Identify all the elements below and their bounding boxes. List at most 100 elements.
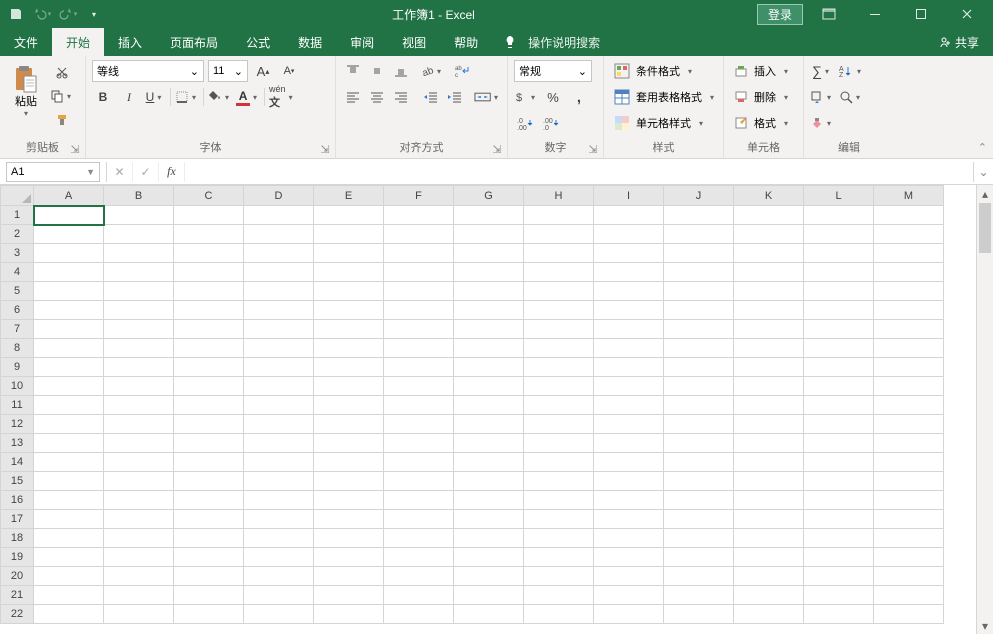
cell[interactable] (174, 244, 244, 263)
cell[interactable] (384, 529, 454, 548)
cell[interactable] (104, 339, 174, 358)
row-header[interactable]: 15 (1, 472, 34, 491)
cell[interactable] (384, 510, 454, 529)
cell[interactable] (734, 491, 804, 510)
cell[interactable] (104, 225, 174, 244)
cell[interactable] (664, 225, 734, 244)
cell[interactable] (174, 282, 244, 301)
cell[interactable] (314, 263, 384, 282)
cell[interactable] (734, 377, 804, 396)
cell[interactable] (594, 396, 664, 415)
cell[interactable] (104, 510, 174, 529)
cell[interactable] (174, 548, 244, 567)
cell[interactable] (734, 415, 804, 434)
cell[interactable] (664, 263, 734, 282)
cell[interactable] (734, 472, 804, 491)
cell[interactable] (174, 434, 244, 453)
cell[interactable] (664, 320, 734, 339)
cell[interactable] (524, 586, 594, 605)
cell[interactable] (804, 434, 874, 453)
cell[interactable] (594, 548, 664, 567)
cell[interactable] (314, 415, 384, 434)
cell[interactable] (664, 396, 734, 415)
cell[interactable] (594, 320, 664, 339)
cell[interactable] (524, 434, 594, 453)
cell[interactable] (174, 491, 244, 510)
cell[interactable] (384, 548, 454, 567)
sort-filter-icon[interactable]: AZ▾ (838, 60, 864, 82)
cell[interactable] (594, 586, 664, 605)
cell[interactable] (244, 282, 314, 301)
cell[interactable] (314, 282, 384, 301)
cell[interactable] (34, 244, 104, 263)
cell[interactable] (174, 339, 244, 358)
row-header[interactable]: 12 (1, 415, 34, 434)
cell[interactable] (454, 263, 524, 282)
cell[interactable] (874, 529, 944, 548)
cell[interactable] (34, 282, 104, 301)
cell[interactable] (174, 510, 244, 529)
cell[interactable] (454, 358, 524, 377)
cell[interactable] (734, 339, 804, 358)
cell[interactable] (874, 282, 944, 301)
cell[interactable] (454, 472, 524, 491)
cell[interactable] (734, 605, 804, 624)
cell[interactable] (104, 263, 174, 282)
increase-indent-icon[interactable] (444, 86, 466, 108)
row-header[interactable]: 1 (1, 206, 34, 225)
cell[interactable] (804, 339, 874, 358)
cell[interactable] (664, 434, 734, 453)
decrease-decimal-icon[interactable]: .00.0 (540, 112, 562, 134)
increase-decimal-icon[interactable]: .0.00 (514, 112, 536, 134)
cell[interactable] (454, 320, 524, 339)
cell[interactable] (244, 396, 314, 415)
cell[interactable] (384, 225, 454, 244)
cell[interactable] (104, 472, 174, 491)
cell[interactable] (104, 282, 174, 301)
cell[interactable] (524, 339, 594, 358)
cell[interactable] (734, 453, 804, 472)
cell[interactable] (804, 396, 874, 415)
cell[interactable] (384, 605, 454, 624)
cell[interactable] (384, 567, 454, 586)
cell[interactable] (244, 472, 314, 491)
row-header[interactable]: 21 (1, 586, 34, 605)
decrease-font-icon[interactable]: A▾ (278, 60, 300, 82)
cell[interactable] (874, 225, 944, 244)
cell[interactable] (34, 320, 104, 339)
cell[interactable] (664, 206, 734, 225)
cell[interactable] (594, 358, 664, 377)
cell[interactable] (594, 567, 664, 586)
minimize-icon[interactable] (855, 0, 895, 28)
cell[interactable] (34, 301, 104, 320)
cut-icon[interactable] (50, 62, 74, 82)
cell[interactable] (594, 453, 664, 472)
italic-button[interactable]: I (118, 86, 140, 108)
row-header[interactable]: 4 (1, 263, 34, 282)
cell[interactable] (524, 453, 594, 472)
cell[interactable] (314, 567, 384, 586)
close-icon[interactable] (947, 0, 987, 28)
cell[interactable] (664, 453, 734, 472)
cell[interactable] (664, 358, 734, 377)
cell[interactable] (594, 301, 664, 320)
phonetic-button[interactable]: wén文▾ (269, 86, 296, 108)
cell[interactable] (244, 548, 314, 567)
paste-button[interactable]: 粘贴 ▾ (6, 60, 46, 140)
cell[interactable] (734, 548, 804, 567)
cell[interactable] (524, 282, 594, 301)
cell[interactable] (734, 206, 804, 225)
row-header[interactable]: 3 (1, 244, 34, 263)
column-header[interactable]: E (314, 186, 384, 206)
cell[interactable] (244, 529, 314, 548)
delete-cells-button[interactable]: 删除▾ (730, 86, 792, 108)
cell[interactable] (664, 301, 734, 320)
cell[interactable] (664, 567, 734, 586)
cell[interactable] (664, 244, 734, 263)
cell[interactable] (594, 605, 664, 624)
cell[interactable] (874, 396, 944, 415)
cell[interactable] (664, 529, 734, 548)
cell[interactable] (384, 339, 454, 358)
cell[interactable] (104, 377, 174, 396)
cell[interactable] (874, 434, 944, 453)
